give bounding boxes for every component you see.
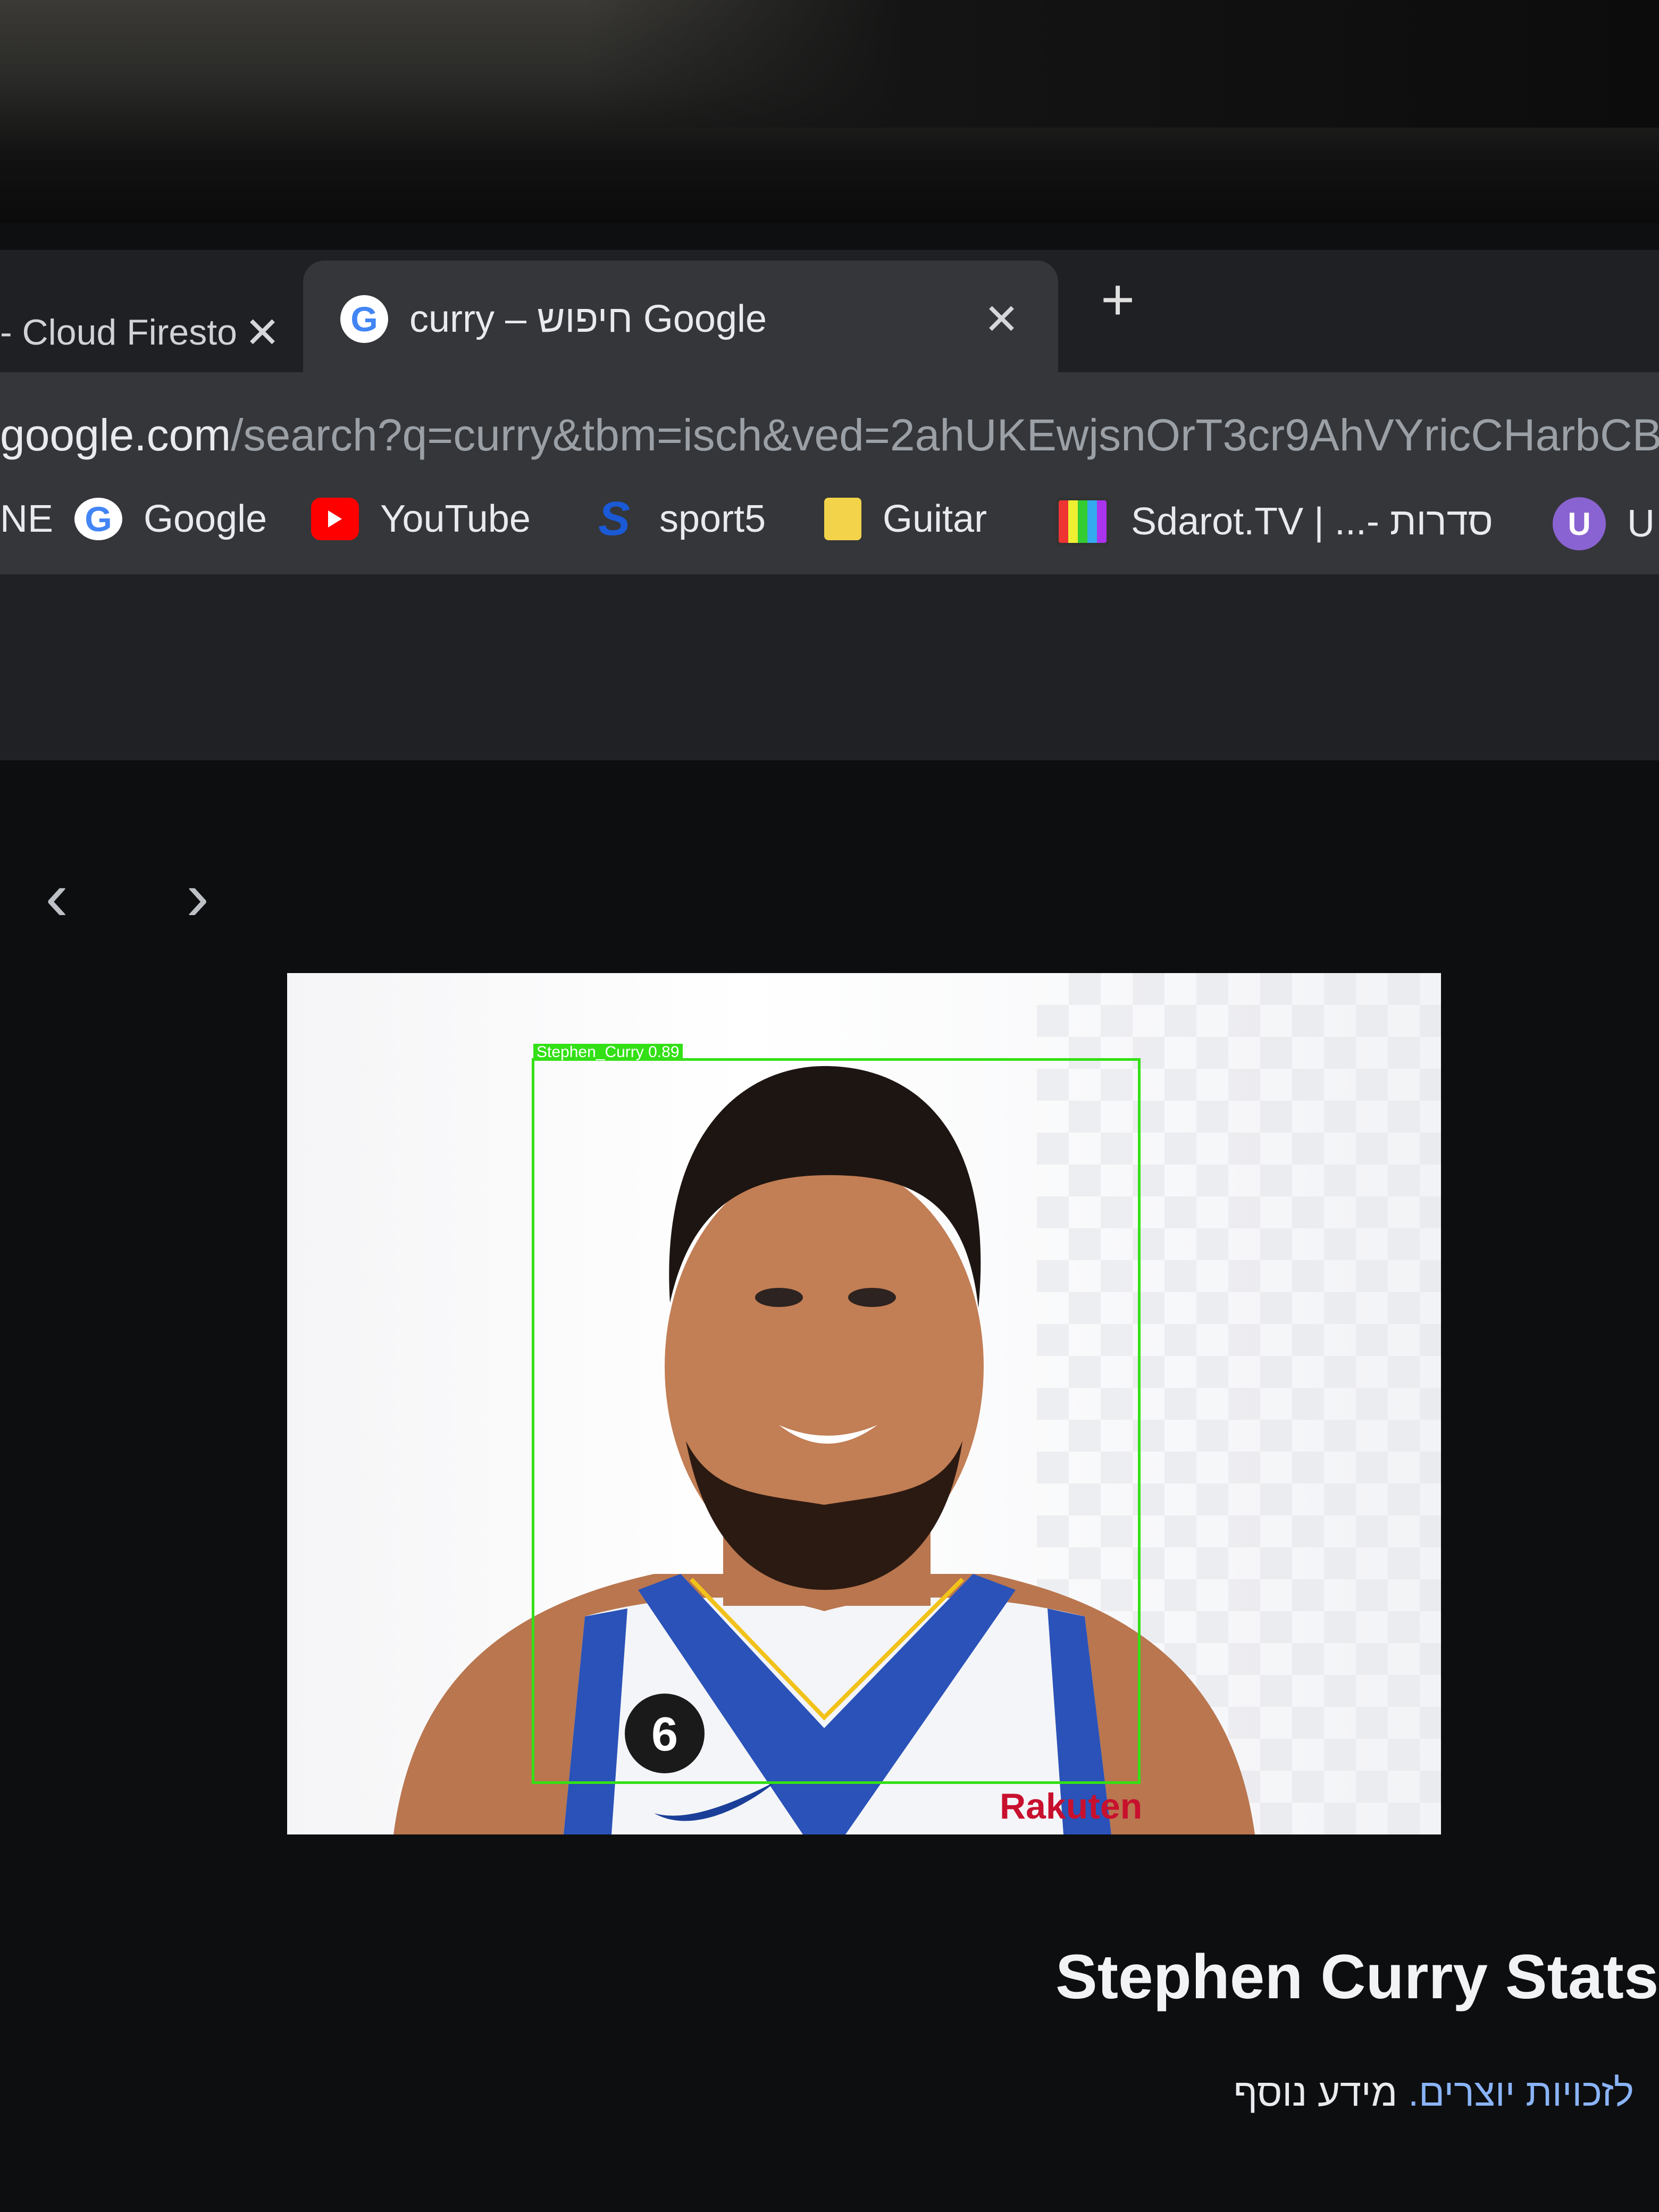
bookmark-label: NE <box>0 498 54 540</box>
new-tab-button[interactable]: + <box>1101 266 1135 333</box>
folder-icon <box>824 498 861 540</box>
url-host: google.com <box>0 410 231 460</box>
detection-bounding-box <box>532 1058 1141 1784</box>
tab-google-search[interactable]: G curry – חיפוש Google ✕ <box>303 261 1058 378</box>
bookmark-label: sport5 <box>659 498 766 540</box>
google-icon: G <box>74 498 122 540</box>
bookmark-u[interactable]: U U <box>1553 497 1655 550</box>
address-bar[interactable]: google.com/search?q=curry&tbm=isch&ved=2… <box>0 409 1659 461</box>
previous-image-button[interactable]: ‹ <box>45 856 68 936</box>
bookmark-label: U <box>1627 502 1655 545</box>
copyright-notice: לזכויות יוצרים. מידע נוסף <box>1234 2071 1634 2115</box>
youtube-icon <box>311 498 359 540</box>
close-icon[interactable]: ✕ <box>245 308 280 357</box>
u-icon: U <box>1553 497 1606 550</box>
next-image-button[interactable]: › <box>186 856 209 936</box>
close-icon[interactable]: ✕ <box>984 295 1019 344</box>
tv-icon <box>1055 497 1110 546</box>
image-title[interactable]: Stephen Curry Stats, N <box>1055 1941 1659 2013</box>
sport5-icon: S <box>598 492 631 546</box>
monitor-bezel-shadow <box>585 0 1659 128</box>
bookmark-youtube[interactable]: YouTube <box>311 497 531 541</box>
copyright-link[interactable]: לזכויות יוצרים. <box>1408 2072 1634 2114</box>
bookmark-label: Guitar <box>883 498 987 540</box>
jersey-sponsor: Rakuten <box>1000 1786 1142 1826</box>
tab-title: curry – חיפוש Google <box>409 298 767 340</box>
detection-label: Stephen_Curry 0.89 <box>533 1044 683 1061</box>
google-icon: G <box>340 295 388 343</box>
tab-cloud-firestore[interactable]: - Cloud Firesto ✕ <box>0 282 308 383</box>
tab-title: - Cloud Firesto <box>0 312 237 353</box>
bookmark-ne[interactable]: NE <box>0 497 53 541</box>
url-path: /search?q=curry&tbm=isch&ved=2ahUKEwjsnO… <box>231 410 1659 460</box>
bookmark-label: Sdarot.TV | ...- סדרות <box>1131 500 1493 543</box>
bookmark-sport5[interactable]: S sport5 <box>590 492 766 546</box>
bookmark-sdarot[interactable]: Sdarot.TV | ...- סדרות <box>1055 497 1493 546</box>
bookmark-label: YouTube <box>380 498 531 540</box>
bookmark-google[interactable]: G Google <box>74 497 267 541</box>
bookmark-guitar[interactable]: Guitar <box>824 497 987 541</box>
more-info-link[interactable]: מידע נוסף <box>1234 2072 1397 2114</box>
bookmark-label: Google <box>144 498 267 540</box>
